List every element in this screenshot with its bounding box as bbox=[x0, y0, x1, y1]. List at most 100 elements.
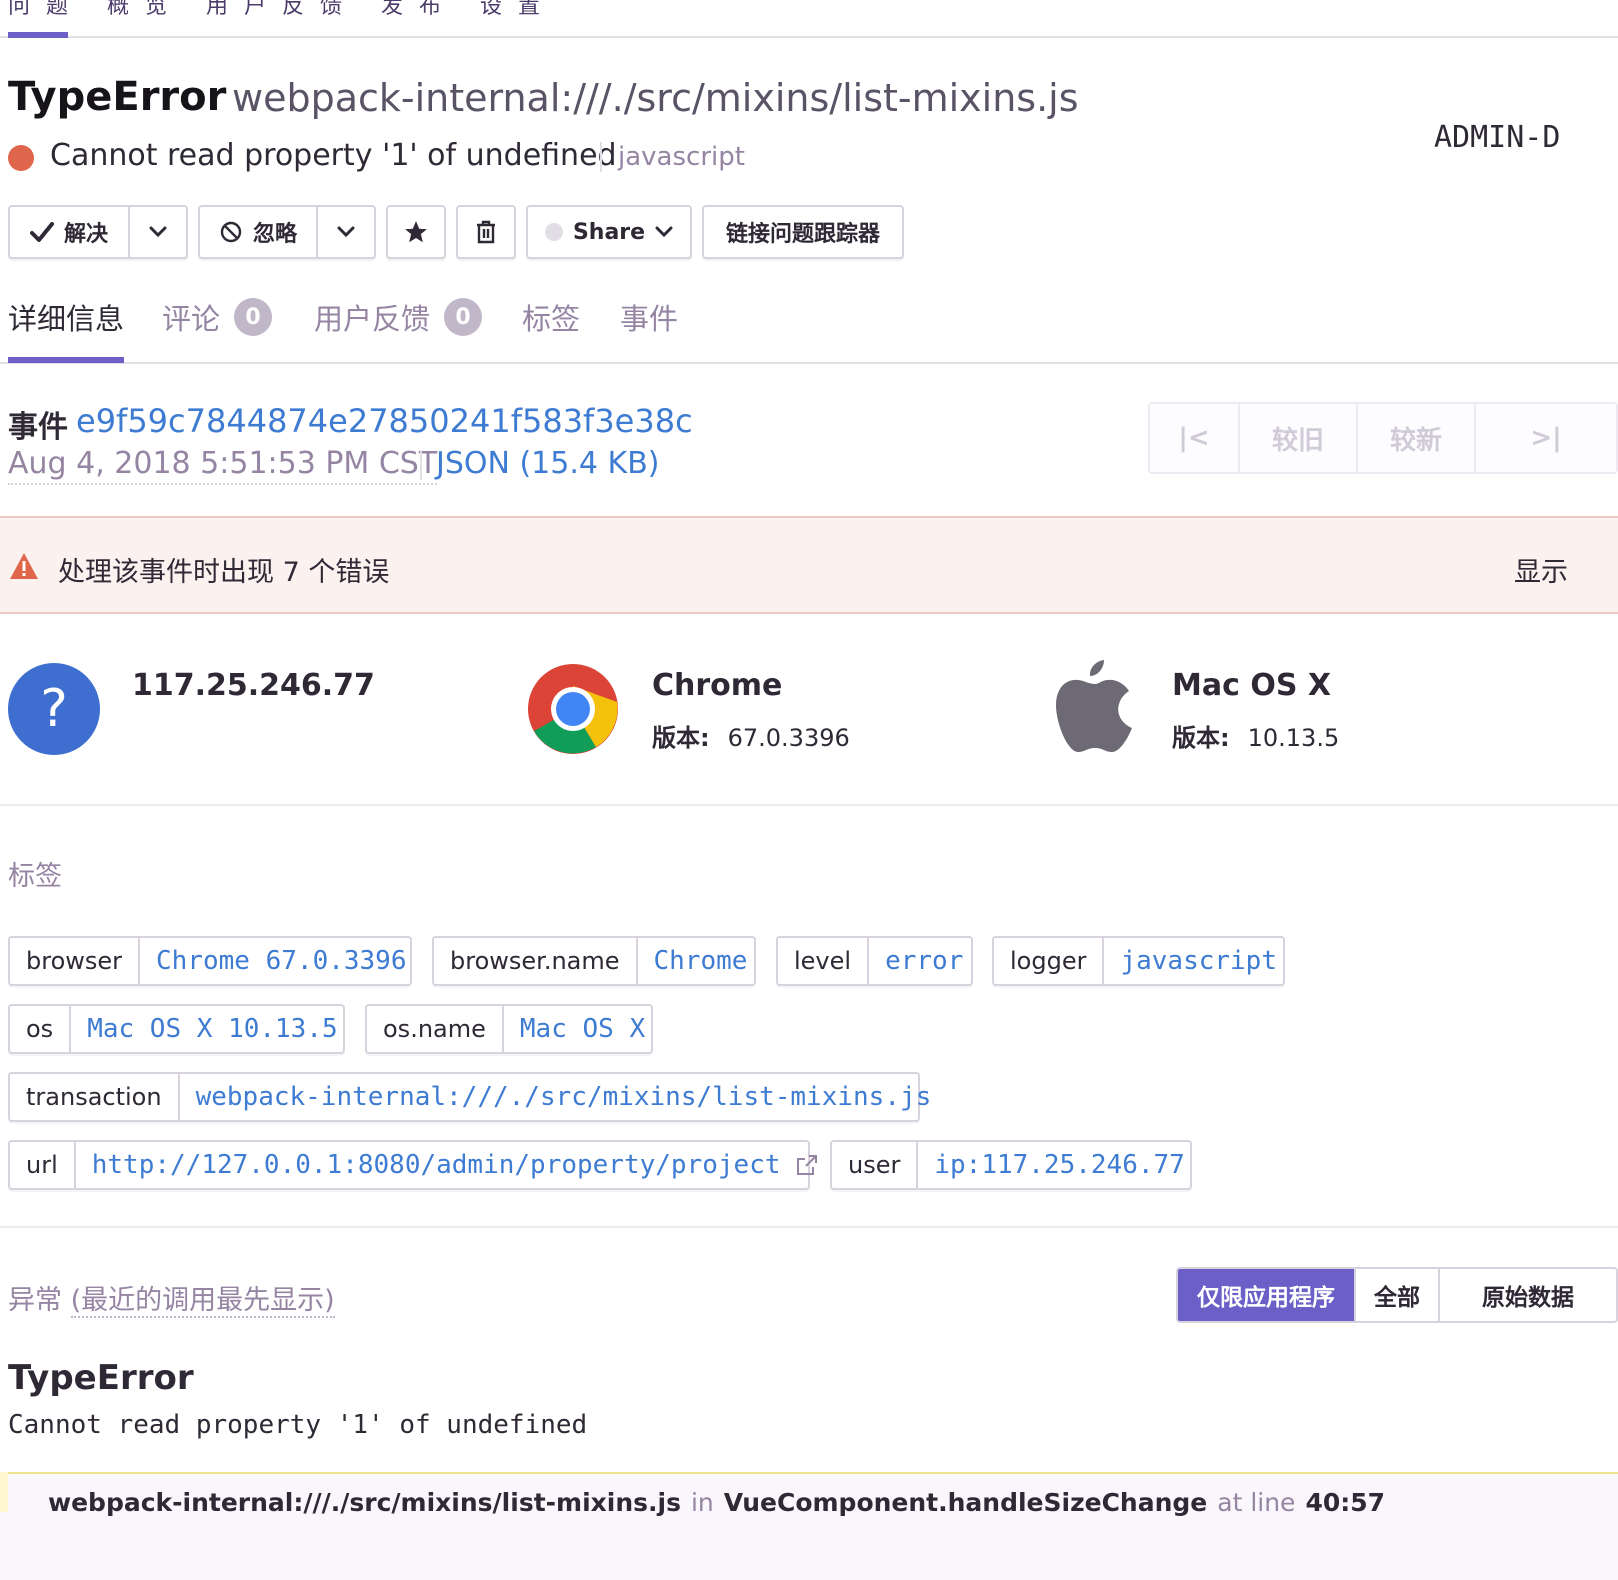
version-value: 67.0.3396 bbox=[727, 724, 850, 752]
first-event-button[interactable]: |< bbox=[1150, 404, 1240, 472]
chevron-down-icon bbox=[149, 226, 167, 238]
frame-marker bbox=[0, 1472, 8, 1512]
tab-tags[interactable]: 标签 bbox=[522, 296, 580, 338]
all-frames-toggle[interactable]: 全部 bbox=[1356, 1269, 1440, 1321]
event-id-link[interactable]: e9f59c7844874e27850241f583f3e38c bbox=[76, 402, 693, 440]
frame-filename: webpack-internal:///./src/mixins/list-mi… bbox=[48, 1488, 681, 1517]
issue-tabs: 详细信息 评论 0 用户反馈 0 标签 事件 bbox=[0, 290, 1618, 364]
os-version: 版本: 10.13.5 bbox=[1172, 718, 1339, 753]
user-ip: 117.25.246.77 bbox=[132, 668, 375, 703]
os-name: Mac OS X bbox=[1172, 668, 1332, 703]
tag-key: logger bbox=[994, 938, 1105, 984]
tag-key: user bbox=[832, 1142, 919, 1188]
issue-tracker-label: 链接问题跟踪器 bbox=[725, 222, 880, 247]
top-nav-active-indicator bbox=[8, 32, 68, 38]
json-link[interactable]: JSON (15.4 KB) bbox=[436, 446, 659, 481]
older-event-button[interactable]: 较旧 bbox=[1240, 404, 1358, 472]
newer-event-button[interactable]: 较新 bbox=[1358, 404, 1476, 472]
raw-toggle[interactable]: 原始数据 bbox=[1440, 1269, 1616, 1321]
star-icon bbox=[405, 221, 427, 243]
divider bbox=[0, 804, 1618, 806]
frame-in-label: in bbox=[690, 1488, 714, 1517]
browser-version: 版本: 67.0.3396 bbox=[652, 718, 850, 753]
issue-message: Cannot read property '1' of undefined bbox=[50, 138, 617, 173]
ignore-label: 忽略 bbox=[252, 222, 297, 247]
chevron-down-icon bbox=[655, 226, 673, 238]
event-date: Aug 4, 2018 5:51:53 PM CST bbox=[8, 446, 438, 485]
delete-button[interactable] bbox=[456, 205, 516, 259]
exception-type: TypeError bbox=[8, 1358, 194, 1398]
tab-label: 用户反馈 bbox=[314, 302, 431, 336]
tab-label: 事件 bbox=[620, 302, 679, 336]
issue-location: webpack-internal:///./src/mixins/list-mi… bbox=[232, 76, 1079, 120]
tag-pill[interactable]: os Mac OS X 10.13.5 bbox=[8, 1004, 345, 1054]
tag-value: Mac OS X bbox=[519, 1014, 646, 1044]
top-nav-items[interactable]: 问题 概览 用户反馈 发布 设置 bbox=[8, 0, 556, 20]
tag-pill[interactable]: level error bbox=[776, 936, 973, 986]
tab-user-feedback[interactable]: 用户反馈 0 bbox=[314, 296, 483, 338]
tag-pill[interactable]: user ip:117.25.246.77 bbox=[830, 1140, 1192, 1190]
version-label: 版本: bbox=[1172, 724, 1230, 752]
bookmark-button[interactable] bbox=[386, 205, 446, 259]
issue-type: TypeError bbox=[8, 74, 227, 120]
exception-heading-note[interactable]: (最近的调用最先显示) bbox=[70, 1285, 335, 1318]
tag-pill[interactable]: browser Chrome 67.0.3396 bbox=[8, 936, 412, 986]
tag-value: Chrome 67.0.3396 bbox=[156, 946, 407, 976]
link-issue-tracker-button[interactable]: 链接问题跟踪器 bbox=[702, 205, 904, 259]
tag-value: Mac OS X 10.13.5 bbox=[87, 1014, 338, 1044]
event-pager: |< 较旧 较新 >| bbox=[1148, 402, 1618, 474]
comments-count-badge: 0 bbox=[234, 298, 273, 336]
check-icon bbox=[29, 222, 54, 242]
ignore-dropdown[interactable] bbox=[316, 207, 374, 257]
external-link-icon[interactable] bbox=[795, 1153, 819, 1177]
tag-key: os.name bbox=[367, 1006, 504, 1052]
tag-value: webpack-internal:///./src/mixins/list-mi… bbox=[195, 1082, 932, 1112]
resolve-label: 解决 bbox=[63, 222, 108, 247]
event-label: 事件 bbox=[8, 410, 68, 445]
tab-details[interactable]: 详细信息 bbox=[8, 296, 124, 338]
tag-value: error bbox=[885, 946, 964, 976]
browser-name: Chrome bbox=[652, 668, 783, 703]
exception-value: Cannot read property '1' of undefined bbox=[8, 1410, 588, 1440]
mute-icon bbox=[220, 221, 242, 243]
tag-value: Chrome bbox=[653, 946, 748, 976]
severity-indicator bbox=[8, 145, 34, 171]
tag-pill[interactable]: os.name Mac OS X bbox=[365, 1004, 653, 1054]
ignore-button[interactable]: 忽略 bbox=[200, 207, 316, 257]
tag-pill[interactable]: logger javascript bbox=[992, 936, 1285, 986]
stacktrace-view-toggle: 仅限应用程序 全部 原始数据 bbox=[1176, 1267, 1618, 1323]
feedback-count-badge: 0 bbox=[444, 298, 483, 336]
version-value: 10.13.5 bbox=[1247, 724, 1340, 752]
tab-events[interactable]: 事件 bbox=[620, 296, 678, 338]
unknown-user-icon: ? bbox=[8, 663, 100, 755]
share-status-dot bbox=[544, 223, 563, 241]
tab-label: 标签 bbox=[522, 302, 581, 336]
show-errors-toggle[interactable]: 显示 bbox=[1514, 550, 1568, 589]
app-only-toggle[interactable]: 仅限应用程序 bbox=[1178, 1269, 1356, 1321]
tag-key: transaction bbox=[10, 1074, 180, 1120]
resolve-button[interactable]: 解决 bbox=[10, 207, 128, 257]
frame-function: VueComponent.handleSizeChange bbox=[723, 1488, 1208, 1517]
apple-icon bbox=[1056, 660, 1132, 752]
tab-comments[interactable]: 评论 0 bbox=[162, 296, 273, 338]
resolve-dropdown[interactable] bbox=[128, 207, 186, 257]
share-button[interactable]: Share bbox=[526, 205, 692, 259]
tab-label: 详细信息 bbox=[8, 302, 125, 336]
tag-pill[interactable]: transaction webpack-internal:///./src/mi… bbox=[8, 1072, 931, 1122]
warning-icon bbox=[10, 553, 38, 579]
tag-key: os bbox=[10, 1006, 72, 1052]
tag-key: browser bbox=[10, 938, 141, 984]
tags-heading: 标签 bbox=[8, 861, 62, 892]
tag-pill[interactable]: url http://127.0.0.1:8080/admin/property… bbox=[8, 1140, 817, 1190]
tag-value: ip:117.25.246.77 bbox=[934, 1150, 1185, 1180]
tag-value-text: http://127.0.0.1:8080/admin/property/pro… bbox=[91, 1150, 781, 1180]
tag-key: url bbox=[10, 1142, 76, 1188]
assignee[interactable]: ADMIN-D bbox=[1434, 120, 1560, 155]
frame-at-line-label: at line bbox=[1217, 1488, 1296, 1517]
trash-icon bbox=[477, 220, 495, 244]
resolve-button-group: 解决 bbox=[8, 205, 188, 259]
tag-pill[interactable]: browser.name Chrome bbox=[432, 936, 756, 986]
issue-platform: javascript bbox=[618, 142, 745, 172]
divider bbox=[0, 1226, 1618, 1228]
last-event-button[interactable]: >| bbox=[1476, 404, 1616, 472]
